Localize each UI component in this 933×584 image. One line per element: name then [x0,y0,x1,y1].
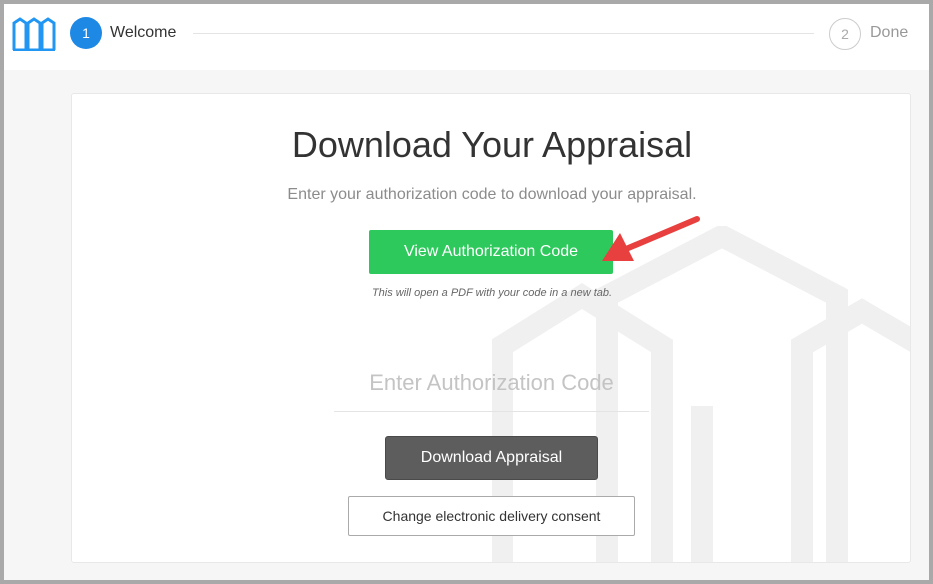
view-code-note: This will open a PDF with your code in a… [371,287,613,299]
step-2-label: Done [870,24,909,41]
step-1-number: 1 [82,25,90,41]
appraisal-card: Download Your Appraisal Enter your autho… [71,93,911,563]
page-subtitle: Enter your authorization code to downloa… [287,186,697,203]
view-authorization-code-button[interactable]: View Authorization Code [369,230,613,274]
red-arrow-icon [602,216,700,261]
download-appraisal-button[interactable]: Download Appraisal [385,436,598,480]
page-title: Download Your Appraisal [291,124,693,165]
building-logo-icon [12,17,56,51]
authorization-code-input[interactable] [334,354,649,412]
step-1-indicator: 1 [70,17,102,49]
stepper-header: 1 Welcome 2 Done [4,4,929,70]
step-2-number: 2 [841,26,849,42]
step-1-label: Welcome [110,24,177,41]
stepper-progress-line [193,33,814,34]
app-window: 1 Welcome 2 Done Download Your Appraisal… [4,4,929,580]
step-2-indicator: 2 [829,18,861,50]
change-consent-button[interactable]: Change electronic delivery consent [348,496,635,536]
